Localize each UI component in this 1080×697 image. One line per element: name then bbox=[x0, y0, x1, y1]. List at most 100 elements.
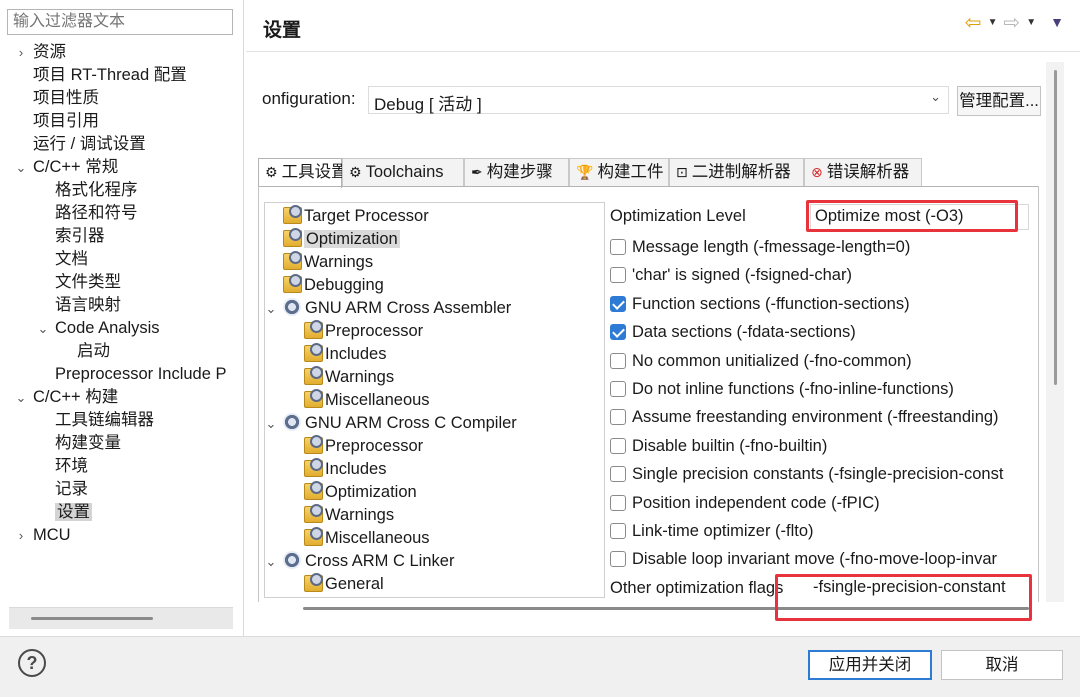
nav-item[interactable]: 项目引用 bbox=[33, 110, 99, 133]
nav-item[interactable]: ⌄ C/C++ 构建 bbox=[16, 386, 119, 409]
options-vertical-scrollbar[interactable] bbox=[1046, 62, 1064, 602]
option-checkbox-row[interactable]: Data sections (-fdata-sections) bbox=[610, 320, 856, 344]
tree-item[interactable]: Target Processor bbox=[283, 205, 429, 228]
checkbox-label: Assume freestanding environment (-ffrees… bbox=[632, 408, 999, 427]
tab-1[interactable]: ⚙ Toolchains bbox=[342, 158, 464, 187]
expand-chevron-icon[interactable]: ⌄ bbox=[36, 317, 50, 340]
checkbox[interactable] bbox=[610, 494, 626, 511]
cancel-button[interactable]: 取消 bbox=[941, 650, 1063, 680]
settings-folder-icon bbox=[283, 228, 302, 247]
checkbox[interactable] bbox=[610, 239, 626, 255]
checkbox-label: Function sections (-ffunction-sections) bbox=[632, 294, 910, 313]
checkbox[interactable] bbox=[610, 381, 626, 397]
checkbox[interactable] bbox=[610, 551, 626, 568]
nav-item[interactable]: 项目性质 bbox=[33, 87, 99, 110]
collapse-chevron-icon[interactable]: › bbox=[14, 41, 28, 64]
nav-item[interactable]: 路径和符号 bbox=[55, 202, 138, 225]
nav-item[interactable]: 环境 bbox=[55, 455, 88, 478]
tree-item[interactable]: Warnings bbox=[304, 366, 394, 389]
nav-item[interactable]: 构建变量 bbox=[55, 432, 121, 455]
forward-dropdown-icon[interactable]: ▼ bbox=[1026, 17, 1036, 28]
tree-item[interactable]: Debugging bbox=[283, 274, 384, 297]
nav-item[interactable]: Preprocessor Include P bbox=[55, 363, 227, 386]
tree-item[interactable]: Optimization bbox=[283, 228, 400, 251]
checkbox[interactable] bbox=[610, 352, 626, 369]
expand-chevron-icon[interactable]: ⌄ bbox=[265, 412, 278, 435]
tree-item[interactable]: Miscellaneous bbox=[304, 389, 430, 412]
expand-chevron-icon[interactable]: ⌄ bbox=[265, 550, 278, 573]
collapse-chevron-icon[interactable]: › bbox=[14, 524, 28, 547]
nav-item[interactable]: › 资源 bbox=[19, 41, 66, 64]
tree-item[interactable]: ⌄ GNU ARM Cross C Compiler bbox=[266, 412, 517, 435]
option-checkbox-row[interactable]: Single precision constants (-fsingle-pre… bbox=[610, 462, 1003, 486]
checkbox[interactable] bbox=[610, 324, 626, 341]
nav-item[interactable]: ⌄ Code Analysis bbox=[38, 317, 160, 340]
settings-folder-icon bbox=[304, 320, 323, 339]
nav-item[interactable]: 设置 bbox=[55, 501, 92, 524]
nav-item[interactable]: 格式化程序 bbox=[55, 179, 138, 202]
nav-item[interactable]: 文件类型 bbox=[55, 271, 121, 294]
tree-item[interactable]: General bbox=[304, 573, 384, 596]
option-checkbox-row[interactable]: 'char' is signed (-fsigned-char) bbox=[610, 263, 852, 287]
checkbox[interactable] bbox=[610, 523, 626, 539]
tree-item[interactable]: Preprocessor bbox=[304, 435, 423, 458]
option-checkbox-row[interactable]: Disable builtin (-fno-builtin) bbox=[610, 434, 827, 458]
back-dropdown-icon[interactable]: ▼ bbox=[988, 17, 998, 28]
nav-item[interactable]: 项目 RT-Thread 配置 bbox=[33, 64, 187, 87]
option-checkbox-row[interactable]: Message length (-fmessage-length=0) bbox=[610, 235, 910, 259]
filter-input[interactable] bbox=[7, 9, 233, 35]
configuration-select[interactable]: Debug [ 活动 ] ⌄ bbox=[368, 86, 949, 114]
tab-0[interactable]: ⚙ 工具设置 bbox=[258, 158, 348, 188]
nav-item[interactable]: 启动 bbox=[77, 340, 110, 363]
tree-item-label: GNU ARM Cross Assembler bbox=[305, 299, 512, 317]
option-checkbox-row[interactable]: Link-time optimizer (-flto) bbox=[610, 519, 814, 543]
option-checkbox-row[interactable]: Function sections (-ffunction-sections) bbox=[610, 292, 910, 316]
tab-2[interactable]: ✒ 构建步骤 bbox=[464, 158, 569, 187]
build-steps-icon: ✒ bbox=[471, 164, 483, 180]
tree-item[interactable]: ⌄ Cross ARM C Linker bbox=[266, 550, 454, 573]
expand-chevron-icon[interactable]: ⌄ bbox=[265, 297, 278, 320]
option-checkbox-row[interactable]: Disable loop invariant move (-fno-move-l… bbox=[610, 547, 997, 571]
tree-item[interactable]: Warnings bbox=[283, 251, 373, 274]
checkbox[interactable] bbox=[610, 437, 626, 454]
forward-arrow-icon[interactable]: ⇨ bbox=[1003, 10, 1020, 35]
checkbox[interactable] bbox=[610, 466, 626, 483]
back-arrow-icon[interactable]: ⇦ bbox=[965, 10, 982, 35]
nav-item[interactable]: ⌄ C/C++ 常规 bbox=[16, 156, 119, 179]
tab-3[interactable]: 🏆 构建工件 bbox=[569, 158, 669, 187]
tree-item[interactable]: Optimization bbox=[304, 481, 417, 504]
scrollbar-thumb[interactable] bbox=[31, 617, 153, 620]
option-checkbox-row[interactable]: Position independent code (-fPIC) bbox=[610, 491, 880, 515]
expand-chevron-icon[interactable]: ⌄ bbox=[14, 156, 28, 179]
tree-item[interactable]: Preprocessor bbox=[304, 320, 423, 343]
view-menu-icon[interactable]: ▼ bbox=[1050, 14, 1064, 30]
apply-and-close-button[interactable]: 应用并关闭 bbox=[808, 650, 932, 680]
nav-horizontal-scrollbar[interactable] bbox=[9, 607, 233, 629]
tree-item[interactable]: Warnings bbox=[304, 504, 394, 527]
nav-item[interactable]: 语言映射 bbox=[55, 294, 121, 317]
tab-4[interactable]: ⊡ 二进制解析器 bbox=[669, 158, 804, 187]
checkbox[interactable] bbox=[610, 267, 626, 284]
checkbox[interactable] bbox=[610, 409, 626, 426]
tree-item[interactable]: Includes bbox=[304, 458, 386, 481]
nav-item[interactable]: 工具链编辑器 bbox=[55, 409, 154, 432]
nav-item[interactable]: 记录 bbox=[55, 478, 88, 501]
help-icon[interactable]: ? bbox=[18, 649, 46, 677]
option-checkbox-row[interactable]: Assume freestanding environment (-ffrees… bbox=[610, 405, 999, 429]
nav-item[interactable]: 索引器 bbox=[55, 225, 105, 248]
tab-5[interactable]: ⊗ 错误解析器 bbox=[804, 158, 922, 187]
option-checkbox-row[interactable]: No common unitialized (-fno-common) bbox=[610, 349, 912, 373]
nav-item[interactable]: › MCU bbox=[19, 524, 71, 547]
checkbox[interactable] bbox=[610, 295, 626, 312]
tree-item-label: Target Processor bbox=[304, 207, 429, 225]
option-checkbox-row[interactable]: Do not inline functions (-fno-inline-fun… bbox=[610, 377, 954, 401]
expand-chevron-icon[interactable]: ⌄ bbox=[14, 386, 28, 409]
manage-configurations-button[interactable]: 管理配置... bbox=[957, 86, 1041, 116]
scrollbar-thumb[interactable] bbox=[1054, 70, 1057, 385]
nav-item[interactable]: 运行 / 调试设置 bbox=[33, 133, 146, 156]
tree-item[interactable]: Includes bbox=[304, 343, 386, 366]
checkbox-label: Position independent code (-fPIC) bbox=[632, 493, 880, 512]
tree-item[interactable]: Miscellaneous bbox=[304, 527, 430, 550]
tree-item[interactable]: ⌄ GNU ARM Cross Assembler bbox=[266, 297, 512, 320]
nav-item[interactable]: 文档 bbox=[55, 248, 88, 271]
